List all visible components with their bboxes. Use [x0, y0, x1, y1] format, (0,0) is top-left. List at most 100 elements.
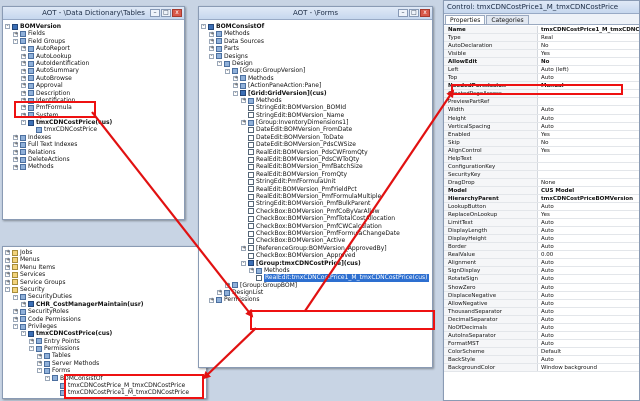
expand-icon[interactable]: +	[249, 268, 254, 274]
property-row[interactable]: AlignControl Yes	[444, 146, 639, 155]
tree-node[interactable]: - Privileges	[5, 323, 204, 330]
property-value[interactable]: tmxCDNCostPrice1_M_tmxCDNCostPrice	[538, 26, 639, 33]
tables-tree[interactable]: - BOMVersion + Fields - Field Groups + AutoRepo…	[5, 23, 182, 217]
property-row[interactable]: AllowEdit No	[444, 58, 639, 67]
aot-tables-title-bar[interactable]: AOT - \Data Dictionary\Tables – □ x	[3, 7, 184, 20]
tree-node[interactable]: + AutoLookup	[5, 53, 182, 60]
property-value[interactable]: tmxCDNCostPriceBOMVersion	[538, 195, 639, 202]
property-row[interactable]: PreviewPartRef	[444, 98, 639, 107]
tree-node[interactable]: - BOMConsistOf	[201, 23, 430, 30]
property-row[interactable]: ConfigurationKey	[444, 162, 639, 171]
property-value[interactable]: Yes	[538, 131, 639, 138]
property-row[interactable]: DisplaceNegative Auto	[444, 291, 639, 300]
tree-node[interactable]: tmxCDNCostPrice_M_tmxCDNCostPrice	[5, 382, 204, 389]
property-value[interactable]: None	[538, 179, 639, 186]
tree-node[interactable]: + [Group:InventoryDimensions1]	[201, 119, 430, 126]
property-row[interactable]: Border Auto	[444, 243, 639, 252]
expand-icon[interactable]: +	[21, 75, 26, 81]
collapse-icon[interactable]: -	[233, 90, 238, 96]
tree-node[interactable]: RealEdit:BOMVersion_PmfBatchSize	[201, 163, 430, 170]
tree-node[interactable]: - BOMVersion	[5, 23, 182, 30]
tree-node[interactable]: - Permissions	[5, 345, 204, 352]
tree-node[interactable]: RealEdit:tmxCDNCostPrice1_M_tmxCDNCostPr…	[201, 274, 430, 282]
collapse-icon[interactable]: -	[13, 294, 18, 300]
expand-icon[interactable]: +	[21, 105, 26, 111]
aot-tables-window[interactable]: AOT - \Data Dictionary\Tables – □ x - BOM…	[2, 6, 185, 220]
tree-node[interactable]: CheckBox:BOMVersion_PmfFormulaChangeDate	[201, 230, 430, 237]
security-tree[interactable]: + Jobs + Menus + Menu Items + Services + Service …	[5, 249, 204, 396]
close-button[interactable]: x	[420, 9, 430, 17]
collapse-icon[interactable]: -	[45, 375, 50, 381]
tree-node[interactable]: - Designs	[201, 53, 430, 60]
tree-node[interactable]: StringEdit:BOMVersion_Name	[201, 112, 430, 119]
minimize-button[interactable]: –	[150, 9, 160, 17]
expand-icon[interactable]: +	[209, 38, 214, 44]
tree-node[interactable]: + Methods	[201, 75, 430, 82]
tree-node[interactable]: DateEdit:BOMVersion_PdsCWSize	[201, 141, 430, 148]
property-row[interactable]: AutoInsSeparator Auto	[444, 331, 639, 340]
tree-node[interactable]: StringEdit:BOMVersion_PmfBulkParent	[201, 200, 430, 207]
expand-icon[interactable]: +	[37, 361, 42, 367]
tree-node[interactable]: RealEdit:BOMVersion_FromQty	[201, 171, 430, 178]
property-value[interactable]: CUS Model	[538, 187, 639, 194]
tree-node[interactable]: + [Group:GroupBOM]	[201, 282, 430, 289]
expand-icon[interactable]: +	[21, 83, 26, 89]
tree-node[interactable]: - tmxCDNCostPrice(cus)	[5, 119, 182, 126]
property-value[interactable]: Auto	[538, 267, 639, 274]
tree-node[interactable]: + Full Text Indexes	[5, 141, 182, 148]
property-value[interactable]: 0.00	[538, 251, 639, 258]
expand-icon[interactable]: +	[13, 316, 18, 322]
tab-categories[interactable]: Categories	[486, 15, 529, 24]
expand-icon[interactable]: +	[13, 149, 18, 155]
forms-tree[interactable]: - BOMConsistOf + Methods + Data Sources + Parts…	[201, 23, 430, 365]
tree-node[interactable]: + Services	[5, 271, 204, 278]
tab-properties[interactable]: Properties	[445, 15, 486, 24]
tree-node[interactable]: + Menus	[5, 256, 204, 263]
property-value[interactable]: Auto	[538, 292, 639, 299]
collapse-icon[interactable]: -	[217, 61, 222, 67]
expand-icon[interactable]: +	[233, 83, 238, 89]
expand-icon[interactable]: +	[21, 98, 26, 104]
tree-node[interactable]: + Methods	[5, 163, 182, 170]
tree-node[interactable]: + Tables	[5, 352, 204, 359]
property-value[interactable]: Auto	[538, 275, 639, 282]
tree-node[interactable]: + Approval	[5, 82, 182, 89]
maximize-button[interactable]: □	[161, 9, 171, 17]
expand-icon[interactable]: +	[209, 46, 214, 52]
tree-node[interactable]: CheckBox:BOMVersion_PmfCoByVarAllow	[201, 208, 430, 215]
property-value[interactable]: Auto	[538, 203, 639, 210]
collapse-icon[interactable]: -	[37, 368, 42, 374]
property-row[interactable]: DecimalSeparator Auto	[444, 315, 639, 324]
collapse-icon[interactable]: -	[241, 260, 246, 266]
collapse-icon[interactable]: -	[225, 68, 230, 74]
property-value[interactable]: Auto	[538, 324, 639, 331]
property-row[interactable]: NoOfDecimals Auto	[444, 323, 639, 332]
tree-node[interactable]: RealEdit:BOMVersion_PdsCWToQty	[201, 156, 430, 163]
property-value[interactable]	[538, 98, 639, 105]
tree-node[interactable]: + AutoBrowse	[5, 75, 182, 82]
collapse-icon[interactable]: -	[13, 324, 18, 330]
tree-node[interactable]: + Server Methods	[5, 360, 204, 367]
property-row[interactable]: Alignment Auto	[444, 259, 639, 268]
property-row[interactable]: ShowZero Auto	[444, 283, 639, 292]
expand-icon[interactable]: +	[13, 157, 18, 163]
property-value[interactable]	[538, 90, 639, 97]
property-value[interactable]: Default	[538, 348, 639, 355]
property-row[interactable]: DisplayLength Auto	[444, 227, 639, 236]
expand-icon[interactable]: +	[37, 353, 42, 359]
collapse-icon[interactable]: -	[29, 346, 34, 352]
property-value[interactable]	[538, 171, 639, 178]
tree-node[interactable]: + Entry Points	[5, 338, 204, 345]
expand-icon[interactable]: +	[21, 61, 26, 67]
property-row[interactable]: DragDrop None	[444, 178, 639, 187]
property-row[interactable]: Type Real	[444, 34, 639, 43]
property-value[interactable]: Auto	[538, 284, 639, 291]
maximize-button[interactable]: □	[409, 9, 419, 17]
collapse-icon[interactable]: -	[209, 53, 214, 59]
tree-node[interactable]: + Data Sources	[201, 38, 430, 45]
property-row[interactable]: ReplaceOnLookup Yes	[444, 211, 639, 220]
tree-node[interactable]: + CHR_CostManagerMaintain(usr)	[5, 301, 204, 308]
tree-node[interactable]: - Design	[201, 60, 430, 67]
expand-icon[interactable]: +	[13, 135, 18, 141]
expand-icon[interactable]: +	[5, 272, 10, 278]
